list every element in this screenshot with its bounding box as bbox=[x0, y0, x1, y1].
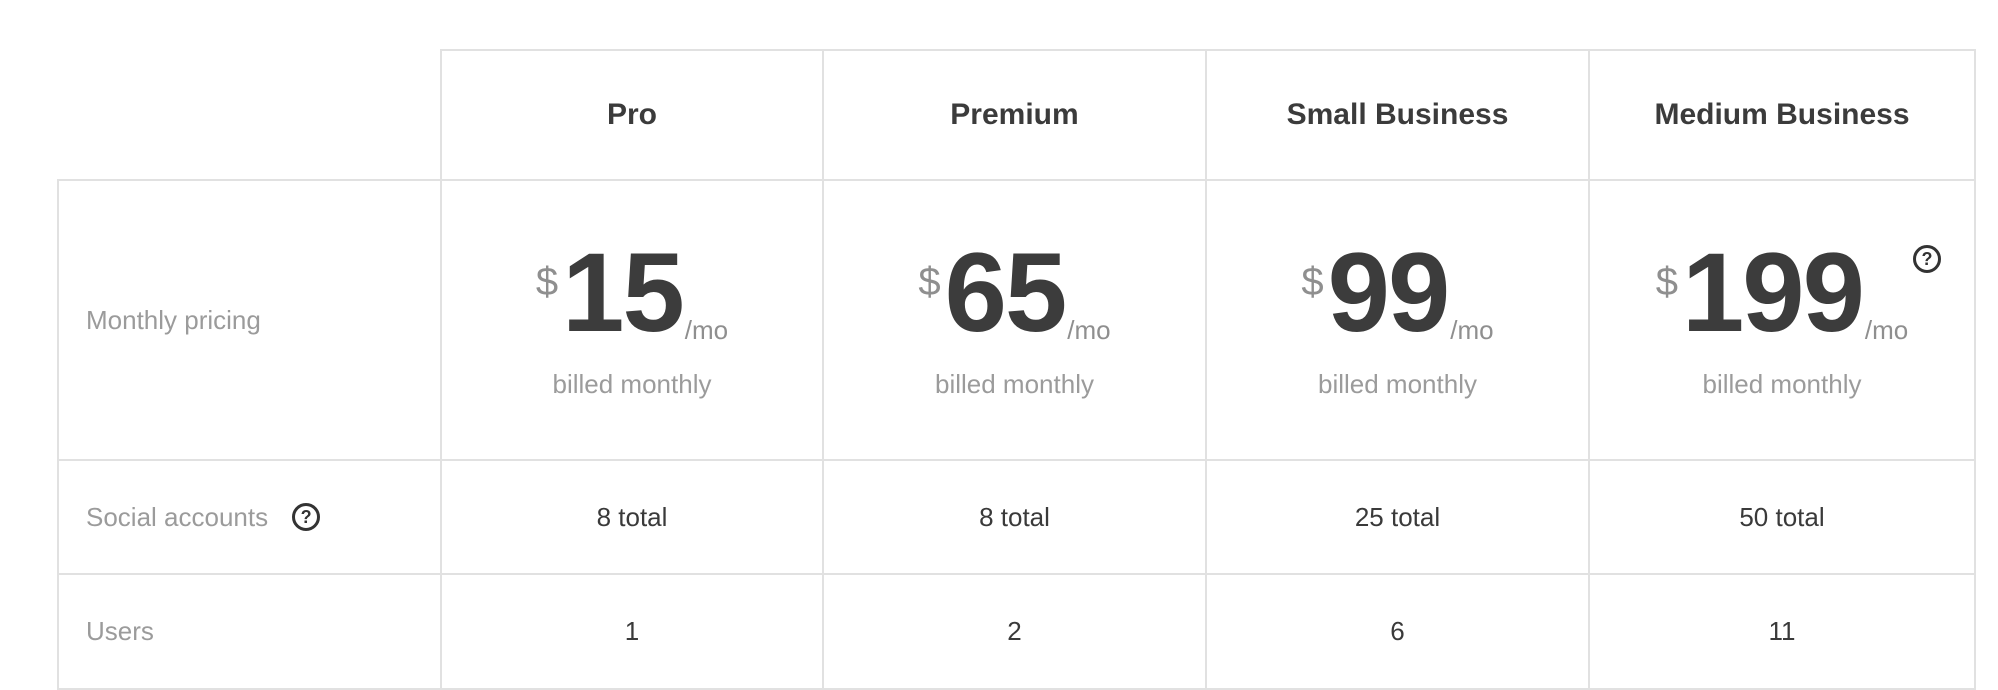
currency-symbol: $ bbox=[1301, 260, 1324, 305]
users-pro: 1 bbox=[440, 573, 824, 690]
social-accounts-medium-business: 50 total bbox=[1588, 459, 1976, 575]
social-accounts-premium: 8 total bbox=[822, 459, 1207, 575]
price-cell-small-business: $ 99 /mo billed monthly bbox=[1205, 179, 1590, 461]
price-cell-medium-business: $ 199 /mo billed monthly bbox=[1588, 179, 1976, 461]
billing-frequency: billed monthly bbox=[1702, 368, 1862, 399]
row-label-text: Social accounts bbox=[86, 501, 269, 532]
billing-frequency: billed monthly bbox=[935, 368, 1094, 399]
cell-value: 8 total bbox=[596, 501, 668, 532]
cell-value: 25 total bbox=[1354, 501, 1441, 532]
cell-value: 50 total bbox=[1739, 501, 1825, 532]
cell-value: 2 bbox=[1007, 616, 1022, 646]
help-icon[interactable]: ? bbox=[1913, 245, 1941, 273]
cell-value: 1 bbox=[624, 616, 640, 646]
users-premium: 2 bbox=[822, 573, 1207, 690]
cell-value: 6 bbox=[1390, 616, 1405, 646]
plan-header-medium-business: Medium Business bbox=[1588, 49, 1976, 181]
users-small-business: 6 bbox=[1205, 573, 1590, 690]
billing-frequency: billed monthly bbox=[552, 368, 712, 399]
users-medium-business: 11 bbox=[1588, 573, 1976, 690]
row-label-text: Monthly pricing bbox=[86, 304, 261, 335]
help-icon[interactable]: ? bbox=[292, 503, 321, 531]
social-accounts-small-business: 25 total bbox=[1205, 459, 1590, 575]
price-cell-pro: $ 15 /mo billed monthly bbox=[440, 179, 824, 461]
price-period: /mo bbox=[1864, 314, 1909, 345]
price-period: /mo bbox=[1067, 314, 1111, 345]
row-label-social-accounts: Social accounts ? bbox=[57, 459, 442, 575]
currency-symbol: $ bbox=[1655, 260, 1679, 305]
plan-name: Small Business bbox=[1286, 98, 1509, 131]
cell-value: 11 bbox=[1768, 616, 1796, 646]
price-amount: 199 bbox=[1682, 230, 1865, 356]
plan-name: Medium Business bbox=[1654, 98, 1910, 131]
row-label-users: Users bbox=[57, 573, 442, 690]
billing-frequency: billed monthly bbox=[1318, 368, 1477, 399]
price-period: /mo bbox=[684, 314, 729, 345]
price-amount: 15 bbox=[562, 230, 685, 356]
price: $ 99 /mo bbox=[1301, 230, 1494, 356]
plan-name: Premium bbox=[950, 98, 1079, 131]
plan-name: Pro bbox=[606, 98, 657, 131]
pricing-comparison-table: Pro Premium Small Business Medium Busine… bbox=[0, 0, 1998, 690]
cell-value: 8 total bbox=[979, 501, 1050, 532]
plan-header-small-business: Small Business bbox=[1205, 49, 1590, 181]
price: $ 15 /mo bbox=[535, 230, 729, 356]
price-cell-premium: $ 65 /mo billed monthly bbox=[822, 179, 1207, 461]
price: $ 199 /mo bbox=[1655, 230, 1909, 356]
social-accounts-pro: 8 total bbox=[440, 459, 824, 575]
price-amount: 65 bbox=[944, 230, 1068, 356]
price-amount: 99 bbox=[1327, 230, 1451, 356]
price-period: /mo bbox=[1450, 314, 1494, 345]
currency-symbol: $ bbox=[535, 260, 559, 305]
row-label-text: Users bbox=[86, 616, 154, 646]
price: $ 65 /mo bbox=[918, 230, 1111, 356]
row-label-monthly-pricing: Monthly pricing bbox=[57, 179, 442, 461]
plan-header-pro: Pro bbox=[440, 49, 824, 181]
currency-symbol: $ bbox=[918, 260, 941, 305]
plan-header-premium: Premium bbox=[822, 49, 1207, 181]
